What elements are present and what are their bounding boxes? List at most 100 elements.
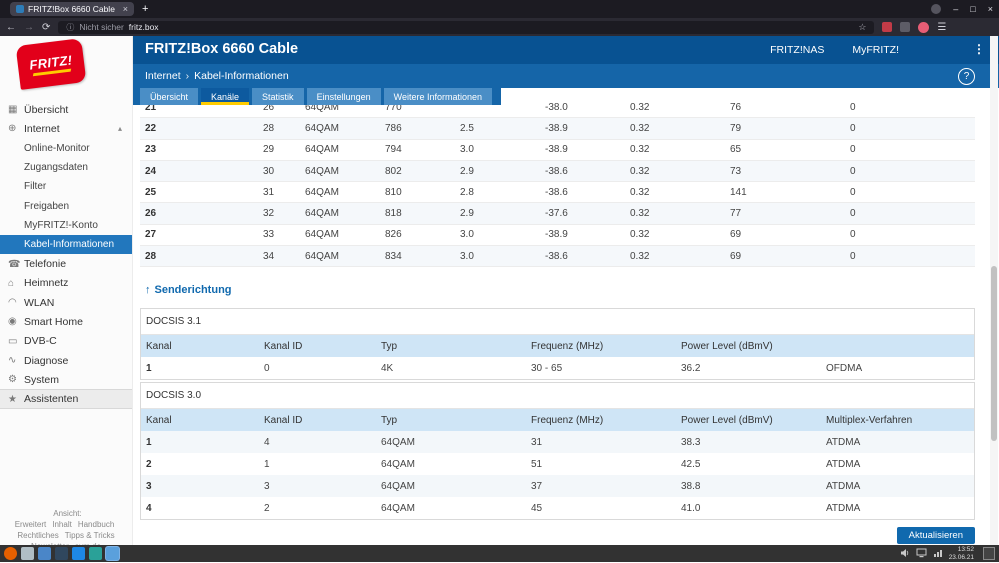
- footer-link[interactable]: Inhalt: [52, 520, 72, 529]
- url-bar[interactable]: ⓘ Nicht sicher fritz.box ☆: [58, 20, 875, 34]
- breadcrumb-section[interactable]: Internet: [145, 70, 181, 82]
- table-cell: -38.9: [545, 122, 568, 134]
- back-icon[interactable]: ←: [6, 22, 16, 33]
- table-cell: 26: [145, 208, 157, 220]
- browser-tab-bar: FRITZ!Box 6660 Cable × + – □ ×: [0, 0, 999, 18]
- bookmark-star-icon[interactable]: ☆: [858, 22, 866, 33]
- kebab-menu-icon[interactable]: ⋮: [973, 42, 985, 56]
- column-header: Kanal ID: [264, 414, 303, 426]
- app-icon[interactable]: [38, 547, 51, 560]
- sidebar-item-heimnetz[interactable]: ⌂ Heimnetz: [0, 274, 132, 293]
- sidebar-item-assistenten[interactable]: ★ Assistenten: [0, 389, 132, 409]
- table-cell: 34: [263, 250, 275, 262]
- sidebar-item-diagnose[interactable]: ∿ Diagnose: [0, 351, 132, 370]
- column-header: Typ: [381, 414, 398, 426]
- footer-link[interactable]: Handbuch: [78, 520, 114, 529]
- reload-icon[interactable]: ⟳: [42, 22, 50, 33]
- column-header: Kanal: [146, 340, 172, 352]
- forward-icon[interactable]: →: [24, 22, 34, 33]
- sidebar-item-zugangsdaten[interactable]: Zugangsdaten: [0, 158, 132, 177]
- table-row: 2 1 64QAM 51 42.5 ATDMA: [141, 453, 974, 475]
- content-area: 2 1 26 64QAM 77 0 -38.0 0.32 76 0 22 28 64QAM 786 2.5 -…: [133, 88, 999, 545]
- new-tab-button[interactable]: +: [142, 3, 148, 15]
- page-scrollbar[interactable]: [990, 36, 998, 545]
- table-cell: 64QAM: [305, 165, 339, 177]
- app-icon[interactable]: [21, 547, 34, 560]
- table-cell: 1: [146, 362, 152, 374]
- network-icon[interactable]: [933, 545, 943, 563]
- maximize-button[interactable]: □: [970, 0, 975, 18]
- myfritz-link[interactable]: MyFRITZ!: [852, 44, 899, 56]
- up-arrow-icon: ↑: [145, 284, 151, 296]
- close-button[interactable]: ×: [988, 0, 993, 18]
- fritzbox-page: FRITZ! ▦ Übersicht ⊕ Internet ▴ Online-Monito…: [0, 36, 999, 551]
- sidebar-item-kabel-informationen[interactable]: Kabel-Informationen: [0, 235, 132, 255]
- column-header: Kanal: [146, 414, 172, 426]
- table-cell: 64QAM: [305, 250, 339, 262]
- profile-avatar[interactable]: [918, 21, 930, 33]
- sidebar-item-system[interactable]: ⚙ System: [0, 370, 132, 389]
- sidebar-item-telefonie[interactable]: ☎ Telefonie: [0, 254, 132, 273]
- insecure-icon[interactable]: ⓘ: [66, 22, 74, 33]
- refresh-button[interactable]: Aktualisieren: [896, 527, 975, 544]
- footer-link[interactable]: Rechtliches: [17, 531, 58, 540]
- table-cell: 802: [385, 165, 402, 177]
- firefox-icon[interactable]: [4, 547, 17, 560]
- table-cell: 0.32: [630, 122, 650, 134]
- sidebar-item-internet[interactable]: ⊕ Internet ▴: [0, 119, 132, 138]
- help-button[interactable]: ?: [958, 68, 975, 85]
- table-cell: 3: [146, 480, 152, 492]
- scrollbar-thumb[interactable]: [991, 266, 997, 441]
- table-cell: 77: [730, 208, 742, 220]
- menu-hamburger-icon[interactable]: ☰: [937, 22, 946, 33]
- sidebar-item-myfritz-konto[interactable]: MyFRITZ!-Konto: [0, 216, 132, 235]
- tab-bersicht[interactable]: Übersicht: [140, 88, 199, 105]
- browser-tab[interactable]: FRITZ!Box 6660 Cable ×: [10, 2, 134, 16]
- fritznas-link[interactable]: FRITZ!NAS: [770, 44, 824, 56]
- app-icon[interactable]: [55, 547, 68, 560]
- table-cell: 0: [850, 122, 856, 134]
- browser-window-icon[interactable]: [106, 547, 119, 560]
- adblock-shield-icon[interactable]: [882, 22, 893, 32]
- tab-overflow-icon[interactable]: [931, 4, 942, 14]
- sidebar-item-filter[interactable]: Filter: [0, 177, 132, 196]
- tab-close-icon[interactable]: ×: [123, 4, 128, 14]
- sidebar-item-freigaben[interactable]: Freigaben: [0, 196, 132, 215]
- table-cell: 0: [850, 250, 856, 262]
- clock[interactable]: 13:52 23.06.21: [949, 546, 974, 561]
- table-cell: 2: [146, 458, 152, 470]
- receive-table-row: 23 29 64QAM 794 3.0 -38.9 0.32 65 0: [140, 140, 975, 161]
- extensions-puzzle-icon[interactable]: [900, 22, 911, 32]
- sidebar-item-wlan[interactable]: ◠ WLAN: [0, 293, 132, 312]
- tab-weitere-informationen[interactable]: Weitere Informationen: [383, 88, 492, 105]
- sidebar-item-online-monitor[interactable]: Online-Monitor: [0, 139, 132, 158]
- main-area: FRITZ!Box 6660 Cable FRITZ!NAS MyFRITZ! …: [133, 36, 999, 545]
- sidebar-item-label: Heimnetz: [24, 277, 69, 290]
- app-icon[interactable]: [72, 547, 85, 560]
- table-cell: 794: [385, 144, 402, 156]
- docsis-label: DOCSIS 3.1: [141, 309, 974, 335]
- sidebar-item-bersicht[interactable]: ▦ Übersicht: [0, 100, 132, 119]
- sidebar-item-dvb-c[interactable]: ▭ DVB-C: [0, 332, 132, 351]
- volume-icon[interactable]: [900, 545, 910, 563]
- minimize-button[interactable]: –: [953, 0, 958, 18]
- tab-statistik[interactable]: Statistik: [252, 88, 304, 105]
- table-cell: 0.32: [630, 101, 650, 113]
- display-icon[interactable]: [916, 545, 927, 563]
- sidebar-item-smart-home[interactable]: ◉ Smart Home: [0, 312, 132, 331]
- table-cell: 65: [730, 144, 742, 156]
- tab-einstellungen[interactable]: Einstellungen: [306, 88, 381, 105]
- sidebar-item-label: Internet: [24, 122, 60, 135]
- table-cell: ATDMA: [826, 480, 861, 492]
- table-cell: ATDMA: [826, 436, 861, 448]
- footer-link[interactable]: Tipps & Tricks: [65, 531, 115, 540]
- app-header: FRITZ!Box 6660 Cable FRITZ!NAS MyFRITZ! …: [133, 36, 999, 64]
- table-cell: 0.32: [630, 144, 650, 156]
- app-icon[interactable]: [89, 547, 102, 560]
- table-cell: 0.32: [630, 208, 650, 220]
- table-cell: 32: [263, 208, 275, 220]
- show-desktop-button[interactable]: [983, 547, 995, 560]
- tab-kan-le[interactable]: Kanäle: [201, 88, 250, 105]
- receive-table-row: 22 28 64QAM 786 2.5 -38.9 0.32 79 0: [140, 118, 975, 140]
- docsis31-table: DOCSIS 3.1 Kanal Kanal ID Typ Frequenz (MHz)…: [140, 308, 975, 380]
